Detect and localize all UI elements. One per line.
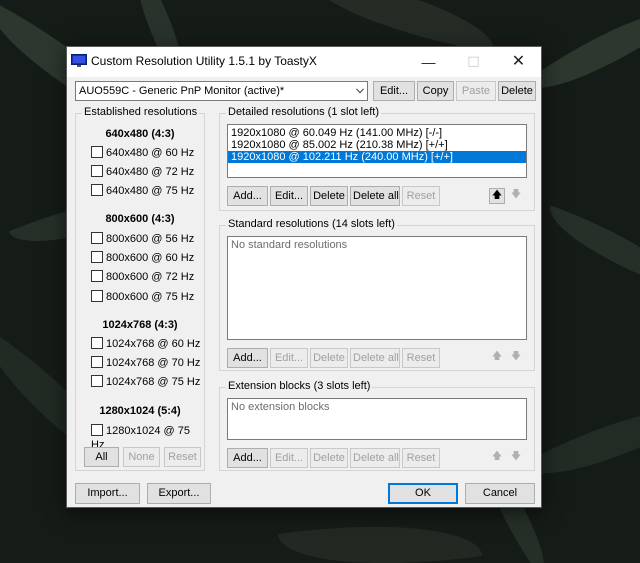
checkbox-640x480-72[interactable]: 640x480 @ 72 Hz bbox=[91, 165, 194, 179]
checkbox-label: 1024x768 @ 75 Hz bbox=[106, 376, 201, 388]
checkbox-box[interactable] bbox=[91, 270, 103, 282]
checkbox-label: 800x600 @ 56 Hz bbox=[106, 233, 195, 245]
checkbox-box[interactable] bbox=[91, 251, 103, 263]
monitor-select-value: AUO559C - Generic PnP Monitor (active)* bbox=[79, 85, 285, 97]
checkbox-1280x1024-75[interactable]: 1280x1024 @ 75 Hz bbox=[91, 424, 204, 451]
close-button[interactable]: ✕ bbox=[496, 47, 541, 77]
detailed-reset-button[interactable]: Reset bbox=[402, 186, 440, 206]
title-bar[interactable]: Custom Resolution Utility 1.5.1 by Toast… bbox=[67, 47, 541, 77]
checkbox-1024x768-70[interactable]: 1024x768 @ 70 Hz bbox=[91, 356, 200, 370]
checkbox-box[interactable] bbox=[91, 337, 103, 349]
move-down-arrow-icon[interactable]: 🡇 bbox=[508, 450, 524, 466]
checkbox-box[interactable] bbox=[91, 375, 103, 387]
detailed-delete-all-button[interactable]: Delete all bbox=[350, 186, 400, 206]
cru-window: Custom Resolution Utility 1.5.1 by Toast… bbox=[66, 46, 542, 508]
established-resolutions-label: Established resolutions bbox=[82, 106, 200, 118]
checkbox-box[interactable] bbox=[91, 146, 103, 158]
extension-reset-button[interactable]: Reset bbox=[402, 448, 440, 468]
cancel-button[interactable]: Cancel bbox=[465, 483, 535, 504]
none-button[interactable]: None bbox=[123, 447, 160, 467]
checkbox-label: 800x600 @ 60 Hz bbox=[106, 252, 195, 264]
group-heading-640x480: 640x480 (4:3) bbox=[105, 128, 175, 140]
extension-empty-text: No extension blocks bbox=[231, 401, 330, 413]
established-reset-button[interactable]: Reset bbox=[164, 447, 201, 467]
group-heading-1024x768: 1024x768 (4:3) bbox=[102, 319, 178, 331]
group-heading-800x600: 800x600 (4:3) bbox=[105, 213, 175, 225]
extension-add-button[interactable]: Add... bbox=[227, 448, 268, 468]
extension-blocks-list[interactable]: No extension blocks bbox=[227, 398, 527, 440]
move-down-arrow-icon[interactable]: 🡇 bbox=[508, 350, 524, 366]
established-resolutions-group: Established resolutions 640x480 (4:3) 64… bbox=[75, 106, 205, 471]
checkbox-640x480-75[interactable]: 640x480 @ 75 Hz bbox=[91, 184, 194, 198]
monitor-delete-button[interactable]: Delete bbox=[498, 81, 536, 101]
standard-reset-button[interactable]: Reset bbox=[402, 348, 440, 368]
checkbox-box[interactable] bbox=[91, 232, 103, 244]
checkbox-box[interactable] bbox=[91, 184, 103, 196]
detailed-delete-button[interactable]: Delete bbox=[310, 186, 348, 206]
detailed-resolutions-group: Detailed resolutions (1 slot left) 1920x… bbox=[219, 106, 535, 211]
checkbox-box[interactable] bbox=[91, 165, 103, 177]
monitor-select[interactable]: AUO559C - Generic PnP Monitor (active)* bbox=[75, 81, 368, 101]
checkbox-800x600-75[interactable]: 800x600 @ 75 Hz bbox=[91, 290, 194, 304]
detailed-resolutions-label: Detailed resolutions (1 slot left) bbox=[226, 106, 382, 118]
standard-delete-all-button[interactable]: Delete all bbox=[350, 348, 400, 368]
checkbox-label: 800x600 @ 75 Hz bbox=[106, 291, 195, 303]
wallpaper-leaf bbox=[277, 506, 483, 563]
checkbox-label: 640x480 @ 75 Hz bbox=[106, 185, 195, 197]
extension-delete-all-button[interactable]: Delete all bbox=[350, 448, 400, 468]
paste-button[interactable]: Paste bbox=[456, 81, 496, 101]
move-up-arrow-icon[interactable]: 🡅 bbox=[489, 450, 505, 466]
checkbox-1024x768-60[interactable]: 1024x768 @ 60 Hz bbox=[91, 337, 200, 351]
move-down-arrow-icon[interactable]: 🡇 bbox=[508, 188, 524, 204]
copy-button[interactable]: Copy bbox=[417, 81, 454, 101]
extension-blocks-label: Extension blocks (3 slots left) bbox=[226, 380, 373, 392]
monitor-app-icon bbox=[71, 54, 87, 67]
detailed-resolutions-list[interactable]: 1920x1080 @ 60.049 Hz (141.00 MHz) [-/-]… bbox=[227, 124, 527, 178]
standard-resolutions-group: Standard resolutions (14 slots left) No … bbox=[219, 218, 535, 371]
group-heading-1280x1024: 1280x1024 (5:4) bbox=[99, 405, 181, 417]
checkbox-label: 640x480 @ 72 Hz bbox=[106, 166, 195, 178]
extension-edit-button[interactable]: Edit... bbox=[270, 448, 308, 468]
checkbox-label: 640x480 @ 60 Hz bbox=[106, 147, 195, 159]
checkbox-800x600-56[interactable]: 800x600 @ 56 Hz bbox=[91, 232, 194, 246]
list-item[interactable]: 1920x1080 @ 85.002 Hz (210.38 MHz) [+/+] bbox=[228, 139, 526, 151]
checkbox-1024x768-75[interactable]: 1024x768 @ 75 Hz bbox=[91, 375, 200, 389]
list-item-selected[interactable]: 1920x1080 @ 102.211 Hz (240.00 MHz) [+/+… bbox=[228, 151, 526, 163]
checkbox-box[interactable] bbox=[91, 290, 103, 302]
import-button[interactable]: Import... bbox=[75, 483, 140, 504]
ok-button[interactable]: OK bbox=[388, 483, 458, 504]
standard-resolutions-label: Standard resolutions (14 slots left) bbox=[226, 218, 397, 230]
detailed-add-button[interactable]: Add... bbox=[227, 186, 268, 206]
wallpaper-leaf bbox=[538, 205, 640, 291]
move-up-arrow-icon[interactable]: 🡅 bbox=[489, 350, 505, 366]
maximize-button[interactable]: ☐ bbox=[451, 47, 496, 77]
detailed-edit-button[interactable]: Edit... bbox=[270, 186, 308, 206]
monitor-edit-button[interactable]: Edit... bbox=[373, 81, 415, 101]
standard-edit-button[interactable]: Edit... bbox=[270, 348, 308, 368]
checkbox-label: 800x600 @ 72 Hz bbox=[106, 271, 195, 283]
checkbox-800x600-60[interactable]: 800x600 @ 60 Hz bbox=[91, 251, 194, 265]
checkbox-800x600-72[interactable]: 800x600 @ 72 Hz bbox=[91, 270, 194, 284]
standard-delete-button[interactable]: Delete bbox=[310, 348, 348, 368]
checkbox-box[interactable] bbox=[91, 424, 103, 436]
chevron-down-icon bbox=[356, 88, 364, 94]
standard-add-button[interactable]: Add... bbox=[227, 348, 268, 368]
checkbox-box[interactable] bbox=[91, 356, 103, 368]
standard-resolutions-list[interactable]: No standard resolutions bbox=[227, 236, 527, 340]
move-up-arrow-icon[interactable]: 🡅 bbox=[489, 188, 505, 204]
window-title: Custom Resolution Utility 1.5.1 by Toast… bbox=[91, 54, 317, 68]
all-button[interactable]: All bbox=[84, 447, 119, 467]
extension-blocks-group: Extension blocks (3 slots left) No exten… bbox=[219, 380, 535, 471]
export-button[interactable]: Export... bbox=[147, 483, 211, 504]
checkbox-label: 1024x768 @ 70 Hz bbox=[106, 357, 201, 369]
checkbox-640x480-60[interactable]: 640x480 @ 60 Hz bbox=[91, 146, 194, 160]
checkbox-label: 1024x768 @ 60 Hz bbox=[106, 338, 201, 350]
standard-empty-text: No standard resolutions bbox=[231, 239, 348, 251]
minimize-button[interactable]: — bbox=[406, 47, 451, 77]
list-item[interactable]: 1920x1080 @ 60.049 Hz (141.00 MHz) [-/-] bbox=[228, 127, 526, 139]
extension-delete-button[interactable]: Delete bbox=[310, 448, 348, 468]
